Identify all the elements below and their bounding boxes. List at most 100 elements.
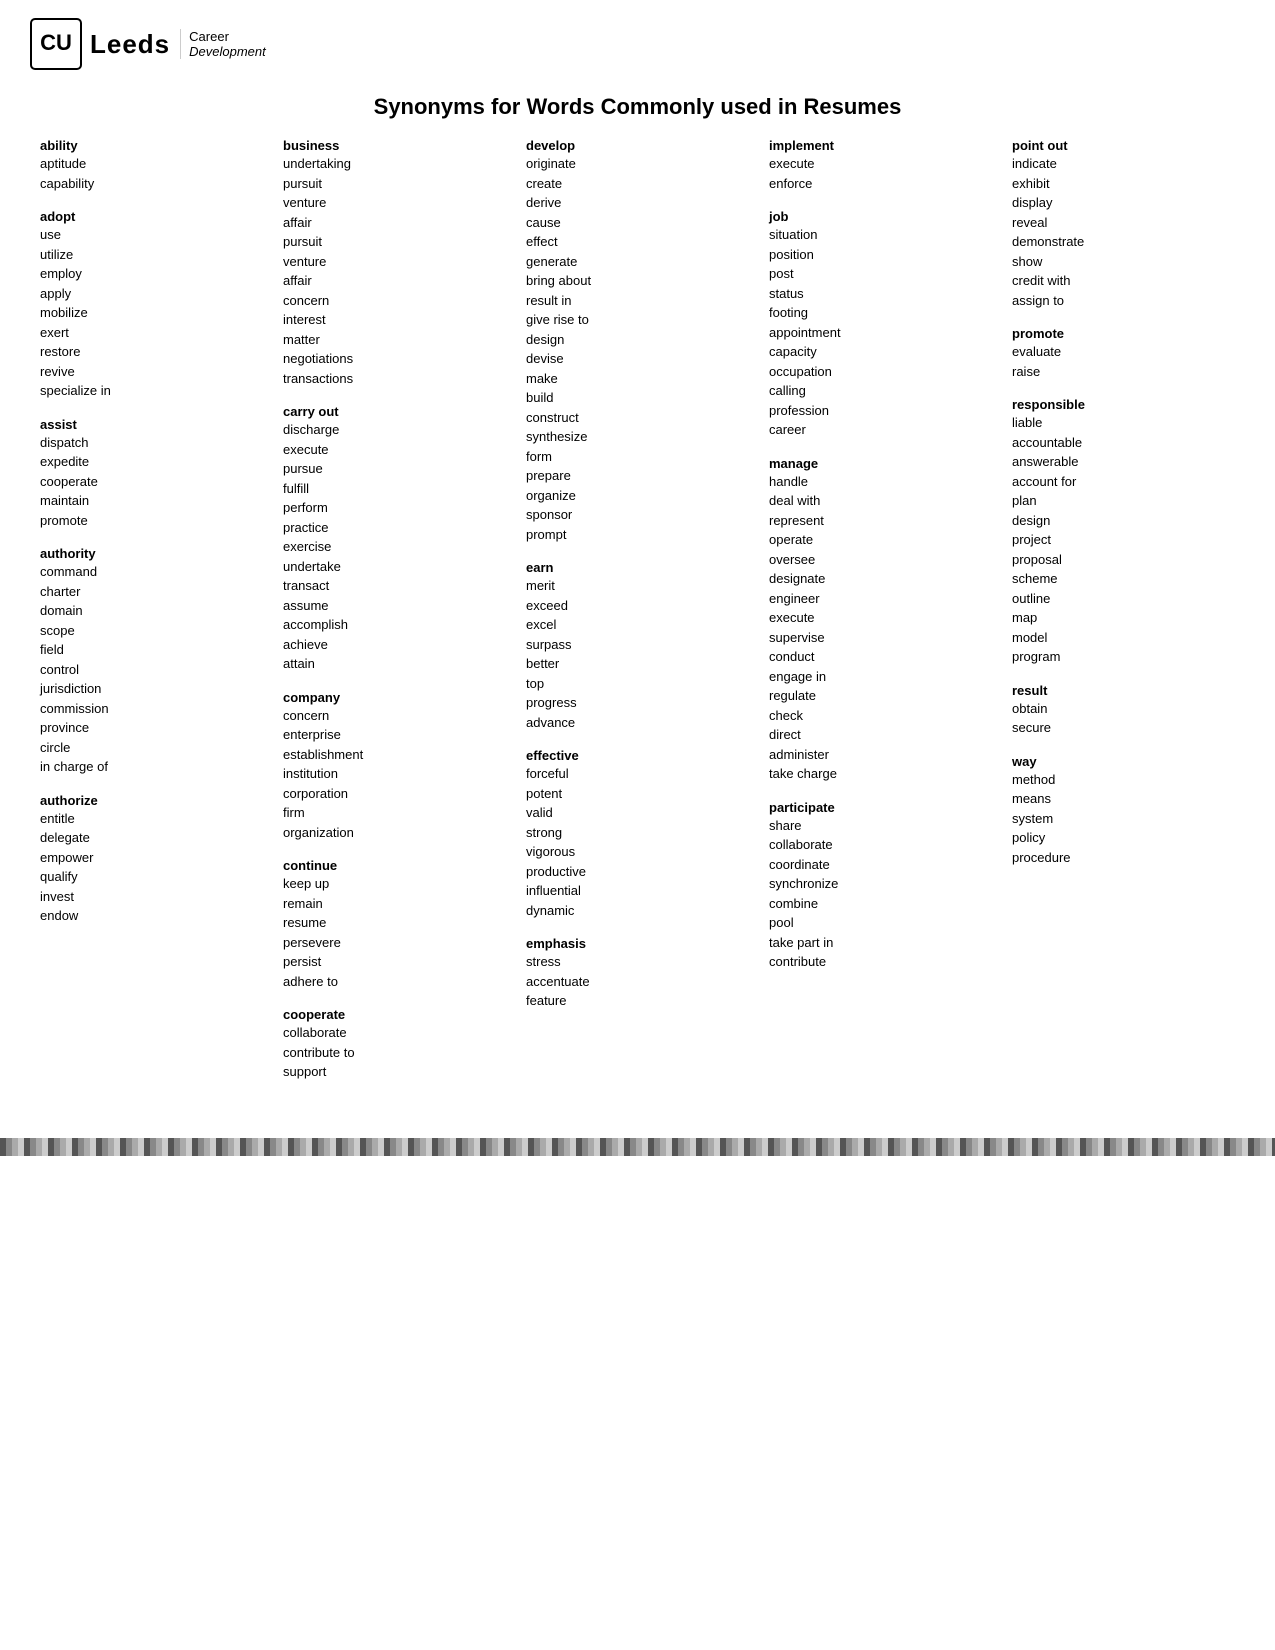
synonym: cause [526,213,749,233]
synonym: scope [40,621,263,641]
synonym: credit with [1012,271,1235,291]
headword: result [1012,683,1235,698]
synonym: post [769,264,992,284]
headword: company [283,690,506,705]
headword: way [1012,754,1235,769]
synonym: venture [283,252,506,272]
synonym: commission [40,699,263,719]
synonym: exert [40,323,263,343]
synonym: cooperate [40,472,263,492]
synonym: invest [40,887,263,907]
synonym: pursue [283,459,506,479]
synonym: engage in [769,667,992,687]
synonym: use [40,225,263,245]
synonym: design [526,330,749,350]
synonym: fulfill [283,479,506,499]
synonym: progress [526,693,749,713]
word-group: participatesharecollaboratecoordinatesyn… [769,800,992,972]
synonym: construct [526,408,749,428]
headword: earn [526,560,749,575]
synonym: demonstrate [1012,232,1235,252]
headword: promote [1012,326,1235,341]
headword: implement [769,138,992,153]
synonym: system [1012,809,1235,829]
synonym: revive [40,362,263,382]
synonym: status [769,284,992,304]
synonym: result in [526,291,749,311]
synonym: stress [526,952,749,972]
word-group: emphasisstressaccentuatefeature [526,936,749,1011]
synonym: apply [40,284,263,304]
synonym: method [1012,770,1235,790]
synonym: derive [526,193,749,213]
synonym: pursuit [283,232,506,252]
synonym: take part in [769,933,992,953]
synonym: liable [1012,413,1235,433]
word-group: jobsituationpositionpoststatusfootingapp… [769,209,992,440]
headword: ability [40,138,263,153]
synonym: surpass [526,635,749,655]
synonym: productive [526,862,749,882]
synonym: advance [526,713,749,733]
synonym: answerable [1012,452,1235,472]
column-1: businessundertakingpursuitventureaffairp… [273,138,516,1098]
synonym: oversee [769,550,992,570]
word-group: implementexecuteenforce [769,138,992,193]
synonym: display [1012,193,1235,213]
synonym: effect [526,232,749,252]
synonym: policy [1012,828,1235,848]
synonym: employ [40,264,263,284]
synonym: position [769,245,992,265]
synonym: influential [526,881,749,901]
synonym: means [1012,789,1235,809]
synonym: promote [40,511,263,531]
headword: manage [769,456,992,471]
synonym: undertaking [283,154,506,174]
synonym: obtain [1012,699,1235,719]
synonym: coordinate [769,855,992,875]
synonym: affair [283,271,506,291]
synonym: devise [526,349,749,369]
page-title: Synonyms for Words Commonly used in Resu… [0,80,1275,138]
synonym: synchronize [769,874,992,894]
synonym: establishment [283,745,506,765]
synonym: persevere [283,933,506,953]
column-2: developoriginatecreatederivecauseeffectg… [516,138,759,1098]
word-group: waymethodmeanssystempolicyprocedure [1012,754,1235,868]
synonym: proposal [1012,550,1235,570]
synonym: administer [769,745,992,765]
synonym: share [769,816,992,836]
synonym: delegate [40,828,263,848]
logo-right: Career Development [180,29,266,59]
synonym: exercise [283,537,506,557]
synonym: capability [40,174,263,194]
synonym: institution [283,764,506,784]
synonym: design [1012,511,1235,531]
synonym: vigorous [526,842,749,862]
synonym: profession [769,401,992,421]
synonym: show [1012,252,1235,272]
synonym: indicate [1012,154,1235,174]
synonym: firm [283,803,506,823]
headword: authorize [40,793,263,808]
synonym: command [40,562,263,582]
synonym: qualify [40,867,263,887]
synonym: assign to [1012,291,1235,311]
synonym: discharge [283,420,506,440]
synonym: raise [1012,362,1235,382]
word-group: assistdispatchexpeditecooperatemaintainp… [40,417,263,531]
synonym: map [1012,608,1235,628]
synonym: model [1012,628,1235,648]
synonym: concern [283,706,506,726]
synonym: create [526,174,749,194]
synonym: occupation [769,362,992,382]
synonym: contribute to [283,1043,506,1063]
word-group: point outindicateexhibitdisplayrevealdem… [1012,138,1235,310]
word-group: continuekeep upremainresumeperseverepers… [283,858,506,991]
synonym: specialize in [40,381,263,401]
synonym: execute [769,608,992,628]
column-4: point outindicateexhibitdisplayrevealdem… [1002,138,1245,1098]
synonym: combine [769,894,992,914]
synonym: outline [1012,589,1235,609]
synonym: entitle [40,809,263,829]
